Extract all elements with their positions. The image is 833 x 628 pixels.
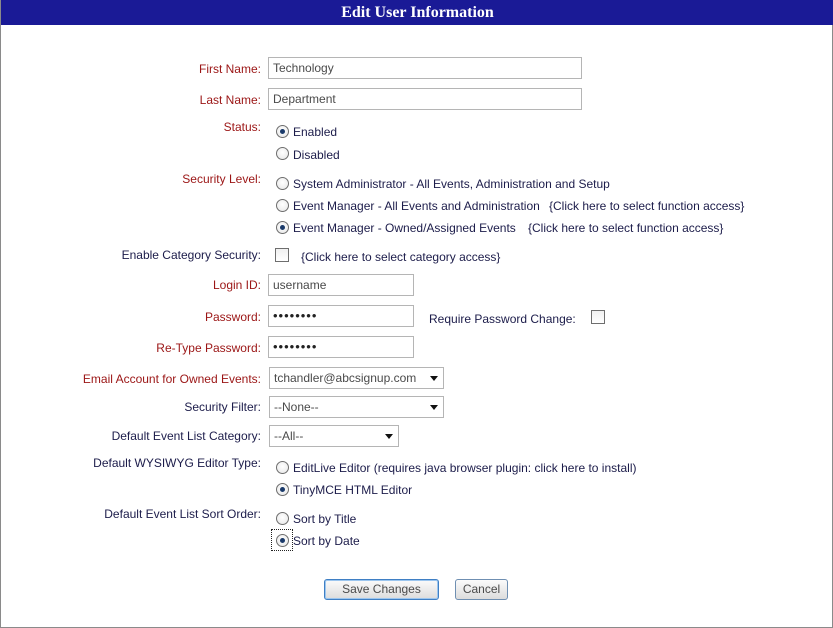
first-name-input[interactable]: Technology <box>268 57 582 79</box>
login-id-label: Login ID: <box>212 278 261 292</box>
last-name-input[interactable]: Department <box>268 88 582 110</box>
status-label: Status: <box>223 120 261 134</box>
email-account-label: Email Account for Owned Events: <box>82 372 261 386</box>
cancel-button[interactable]: Cancel <box>455 579 508 600</box>
save-changes-button[interactable]: Save Changes <box>324 579 439 600</box>
email-account-select[interactable]: tchandler@abcsignup.com <box>269 367 444 389</box>
password-label: Password: <box>204 310 261 324</box>
category-security-checkbox[interactable] <box>275 248 289 262</box>
security-filter-label: Security Filter: <box>184 400 261 414</box>
retype-password-label: Re-Type Password: <box>156 341 261 355</box>
sort-by-title-radio[interactable] <box>276 512 289 525</box>
security-sysadmin-label: System Administrator - All Events, Admin… <box>293 177 610 191</box>
require-password-change-checkbox[interactable] <box>591 310 605 324</box>
sort-by-date-radio[interactable] <box>276 534 289 547</box>
chevron-down-icon <box>430 405 438 410</box>
security-event-manager-owned-label: Event Manager - Owned/Assigned Events <box>293 221 516 235</box>
default-category-label: Default Event List Category: <box>111 429 261 443</box>
security-filter-select[interactable]: --None-- <box>269 396 444 418</box>
page-title: Edit User Information <box>1 0 833 25</box>
password-input[interactable]: •••••••• <box>268 305 414 327</box>
category-access-link[interactable]: {Click here to select category access} <box>301 250 500 264</box>
first-name-label: First Name: <box>198 62 261 76</box>
security-event-manager-owned-radio[interactable] <box>276 221 289 234</box>
function-access-link-2[interactable]: {Click here to select function access} <box>528 221 723 235</box>
security-level-label: Security Level: <box>182 172 261 186</box>
sort-order-label: Default Event List Sort Order: <box>104 507 261 521</box>
editor-editlive-label: EditLive Editor (requires java browser p… <box>293 461 637 475</box>
security-event-manager-all-radio[interactable] <box>276 199 289 212</box>
category-security-label: Enable Category Security: <box>121 248 261 262</box>
edit-user-form: Edit User Information First Name: Techno… <box>0 0 833 628</box>
sort-by-date-label: Sort by Date <box>293 534 360 548</box>
editor-type-label: Default WYSIWYG Editor Type: <box>93 456 261 470</box>
editor-editlive-radio[interactable] <box>276 461 289 474</box>
login-id-input[interactable]: username <box>268 274 414 296</box>
security-filter-value: --None-- <box>274 400 319 414</box>
status-enabled-label: Enabled <box>293 125 338 139</box>
sort-by-title-label: Sort by Title <box>293 512 357 526</box>
security-sysadmin-radio[interactable] <box>276 177 289 190</box>
function-access-link-1[interactable]: {Click here to select function access} <box>549 199 744 213</box>
chevron-down-icon <box>385 434 393 439</box>
status-disabled-radio[interactable] <box>276 147 289 160</box>
last-name-label: Last Name: <box>199 93 261 107</box>
chevron-down-icon <box>430 376 438 381</box>
default-category-select[interactable]: --All-- <box>269 425 399 447</box>
editor-tinymce-radio[interactable] <box>276 483 289 496</box>
require-password-change-label: Require Password Change: <box>429 312 576 326</box>
status-disabled-label: Disabled <box>293 148 340 162</box>
status-enabled-radio[interactable] <box>276 125 289 138</box>
retype-password-input[interactable]: •••••••• <box>268 336 414 358</box>
email-account-value: tchandler@abcsignup.com <box>274 371 417 385</box>
default-category-value: --All-- <box>274 429 304 443</box>
security-event-manager-all-label: Event Manager - All Events and Administr… <box>293 199 540 213</box>
editor-tinymce-label: TinyMCE HTML Editor <box>293 483 413 497</box>
